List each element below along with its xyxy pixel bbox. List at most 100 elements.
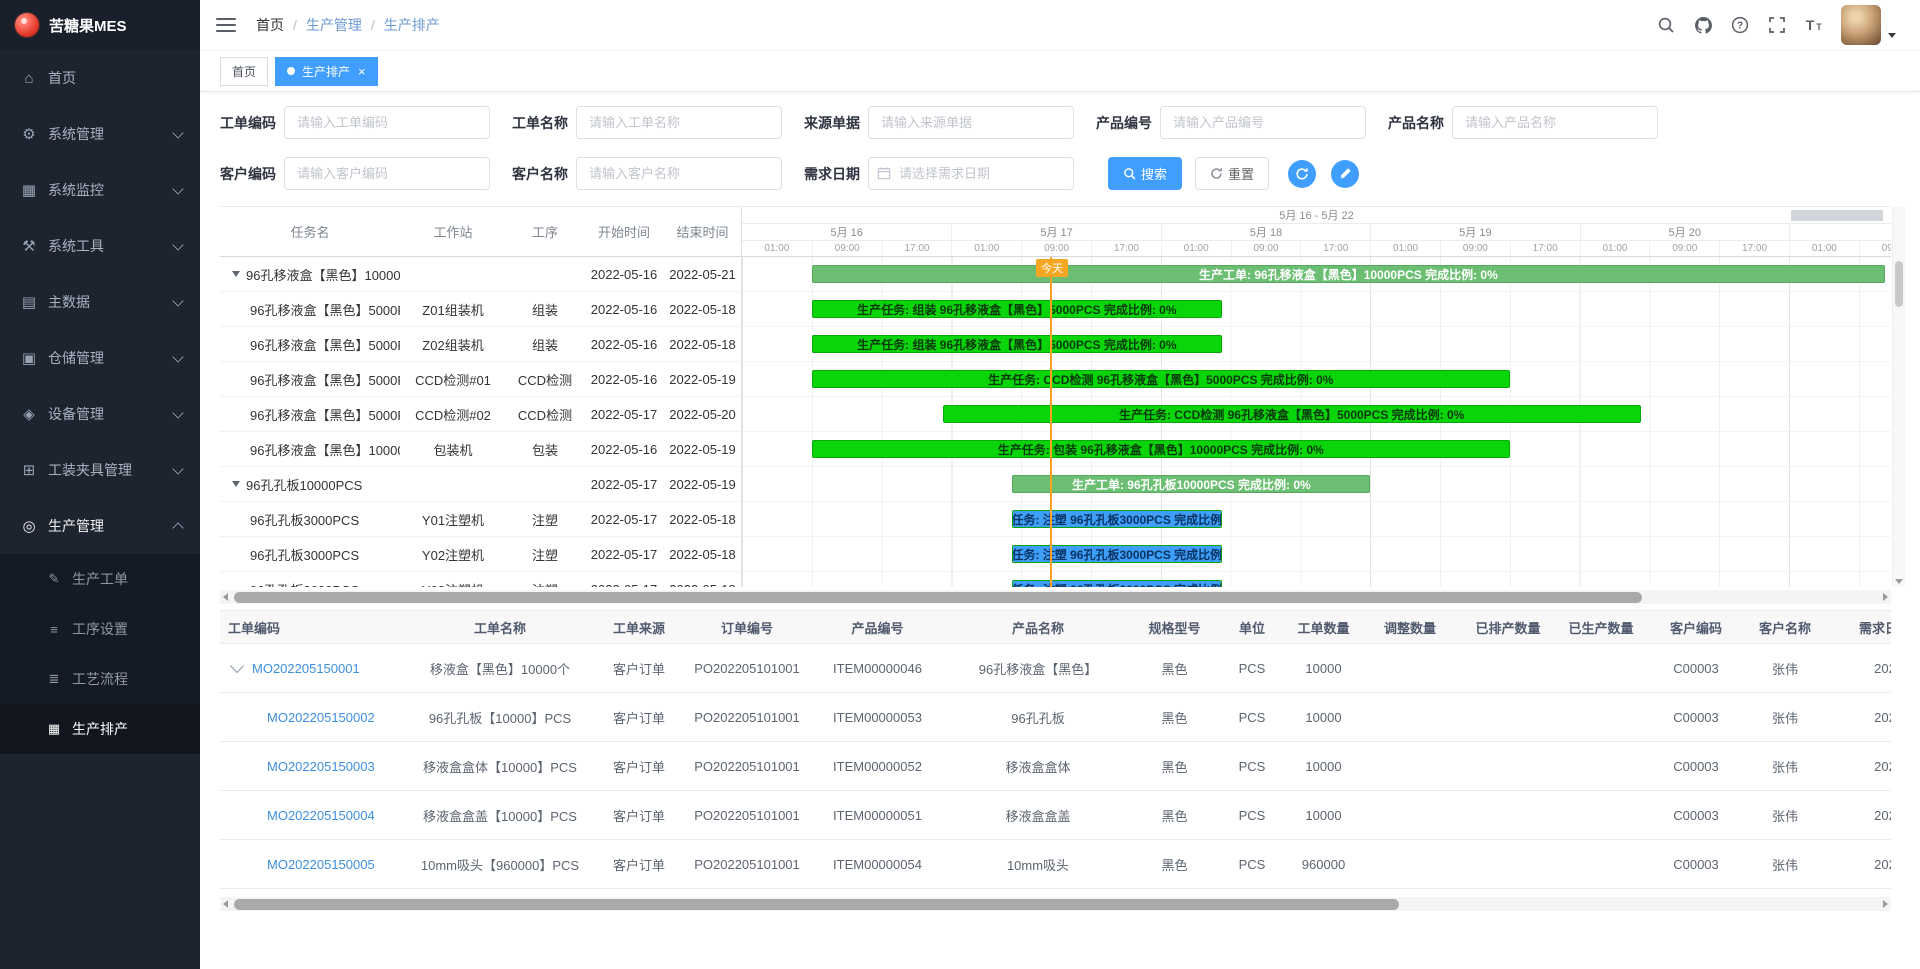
gantt-bar-task[interactable]: 生产任务: 注塑 96孔孔板3000PCS 完成比例: 0%: [1012, 545, 1221, 563]
expand-chevron-icon[interactable]: [230, 661, 244, 674]
gantt-column-header: 结束时间: [664, 222, 741, 241]
sidebar-subitem-1[interactable]: ≡工序设置: [0, 604, 200, 654]
demand-date-input[interactable]: [868, 157, 1074, 190]
gantt-chart-row: 生产任务: CCD检测 96孔移液盒【黑色】5000PCS 完成比例: 0%: [742, 362, 1891, 397]
sidebar-item-6[interactable]: ◈设备管理: [0, 386, 200, 442]
scroll-down-arrow-icon[interactable]: [1895, 579, 1903, 584]
avatar[interactable]: [1841, 5, 1881, 45]
gantt-task-row[interactable]: 96孔移液盒【黑色】5000PCSZ02组装机组装2022-05-162022-…: [220, 327, 741, 362]
product-no-input[interactable]: [1160, 106, 1366, 139]
font-size-icon[interactable]: TT: [1804, 15, 1824, 35]
gantt-horizontal-scrollbar[interactable]: [220, 590, 1891, 604]
customer-code-input[interactable]: [284, 157, 490, 190]
gantt-task-row[interactable]: 96孔移液盒【黑色】5000PCSCCD检测#01CCD检测2022-05-16…: [220, 362, 741, 397]
work-order-code-input[interactable]: [284, 106, 490, 139]
search-icon[interactable]: [1656, 15, 1676, 35]
order-code-link[interactable]: MO202205150004: [267, 808, 375, 823]
refresh-circle-button[interactable]: [1288, 160, 1316, 188]
order-cell-spec: 黑色: [1133, 757, 1216, 776]
schedule-icon: ▦: [44, 721, 64, 737]
gantt-vertical-scrollbar[interactable]: [1892, 207, 1905, 587]
order-code-link[interactable]: MO202205150002: [267, 710, 375, 725]
collapse-triangle-icon[interactable]: [232, 481, 240, 487]
sidebar-item-8[interactable]: ◎生产管理: [0, 498, 200, 554]
sidebar-item-7[interactable]: ⊞工装夹具管理: [0, 442, 200, 498]
collapse-triangle-icon[interactable]: [232, 271, 240, 277]
order-cell-spec: 黑色: [1133, 708, 1216, 727]
breadcrumb-item[interactable]: 首页: [256, 15, 284, 35]
gantt-day-label: 5月 16: [742, 224, 951, 240]
gantt-task-row[interactable]: 96孔孔板10000PCS2022-05-172022-05-19: [220, 467, 741, 502]
gantt-station-cell: Y02注塑机: [400, 545, 506, 564]
sidebar-item-5[interactable]: ▣仓储管理: [0, 330, 200, 386]
tab-active[interactable]: 生产排产 ×: [275, 57, 378, 86]
gantt-task-row[interactable]: 96孔孔板3000PCSY01注塑机注塑2022-05-172022-05-18: [220, 502, 741, 537]
sidebar-item-2[interactable]: ▦系统监控: [0, 162, 200, 218]
gantt-bar-label: 生产工单: 96孔孔板10000PCS 完成比例: 0%: [1068, 476, 1315, 493]
order-code-link[interactable]: MO202205150005: [267, 857, 375, 872]
gantt-bar-task[interactable]: 生产任务: 包装 96孔移液盒【黑色】10000PCS 完成比例: 0%: [812, 440, 1510, 458]
search-button[interactable]: 搜索: [1108, 157, 1182, 190]
sidebar-subitem-3[interactable]: ▦ 生产排产: [0, 704, 200, 754]
product-name-input[interactable]: [1452, 106, 1658, 139]
chevron-down-icon[interactable]: [1888, 33, 1896, 38]
order-row[interactable]: MO202205150001移液盒【黑色】10000个客户订单PO2022051…: [220, 644, 1891, 693]
sidebar-subitem-2[interactable]: ≣工艺流程: [0, 654, 200, 704]
gantt-bar-project[interactable]: 生产工单: 96孔孔板10000PCS 完成比例: 0%: [1012, 475, 1370, 493]
order-code-link[interactable]: MO202205150001: [252, 661, 360, 676]
gantt-bar-task[interactable]: 生产任务: 组装 96孔移液盒【黑色】5000PCS 完成比例: 0%: [812, 300, 1222, 318]
sidebar-item-0[interactable]: ⌂首页: [0, 50, 200, 106]
gantt-task-row[interactable]: 96孔移液盒【黑色】5000PCSCCD检测#02CCD检测2022-05-17…: [220, 397, 741, 432]
gantt-bar-task[interactable]: 生产任务: CCD检测 96孔移液盒【黑色】5000PCS 完成比例: 0%: [812, 370, 1510, 388]
gantt-bar-project[interactable]: 生产工单: 96孔移液盒【黑色】10000PCS 完成比例: 0%: [812, 265, 1885, 283]
edit-circle-button[interactable]: [1331, 160, 1359, 188]
gantt-start-time-cell: 2022-05-16: [584, 442, 664, 457]
gantt-bar-task[interactable]: 生产任务: 组装 96孔移液盒【黑色】5000PCS 完成比例: 0%: [812, 335, 1222, 353]
orders-hscroll-thumb[interactable]: [234, 899, 1399, 910]
gantt-task-row[interactable]: 96孔孔板3000PCSY02注塑机注塑2022-05-172022-05-18: [220, 537, 741, 572]
hamburger-icon[interactable]: [216, 18, 236, 32]
gantt-hscroll-thumb[interactable]: [234, 592, 1642, 603]
tab-label: 生产排产: [302, 63, 350, 80]
logo-row[interactable]: 苦糖果MES: [0, 0, 200, 50]
order-row[interactable]: MO20220515000296孔孔板【10000】PCS客户订单PO20220…: [220, 693, 1891, 742]
source-doc-input[interactable]: [868, 106, 1074, 139]
gantt-bar-task[interactable]: 生产任务: 注塑 96孔孔板3000PCS 完成比例: 0%: [1012, 580, 1221, 587]
sidebar-item-4[interactable]: ▤主数据: [0, 274, 200, 330]
gantt-task-row[interactable]: 96孔移液盒【黑色】10000PCS2022-05-162022-05-21: [220, 257, 741, 292]
gantt-task-row[interactable]: 96孔移液盒【黑色】5000PCSZ01组装机组装2022-05-162022-…: [220, 292, 741, 327]
orders-horizontal-scrollbar[interactable]: [220, 897, 1891, 911]
close-tab-icon[interactable]: ×: [358, 65, 366, 78]
vertical-scrollbar-thumb[interactable]: [1895, 261, 1903, 307]
tab-item[interactable]: 首页: [220, 57, 268, 86]
scroll-left-arrow-icon[interactable]: [223, 593, 228, 601]
scroll-right-arrow-icon[interactable]: [1883, 900, 1888, 908]
scroll-right-arrow-icon[interactable]: [1883, 593, 1888, 601]
github-icon[interactable]: [1693, 15, 1713, 35]
order-code-link[interactable]: MO202205150003: [267, 759, 375, 774]
sidebar-item-label: 仓储管理: [48, 348, 104, 368]
sidebar-subitem-label: 生产排产: [72, 719, 128, 739]
reset-button[interactable]: 重置: [1195, 157, 1269, 190]
order-row[interactable]: MO20220515000510mm吸头【960000】PCS客户订单PO202…: [220, 840, 1891, 889]
order-row[interactable]: MO202205150003移液盒盒体【10000】PCS客户订单PO20220…: [220, 742, 1891, 791]
gantt-bar-task[interactable]: 生产任务: CCD检测 96孔移液盒【黑色】5000PCS 完成比例: 0%: [943, 405, 1641, 423]
order-row[interactable]: MO202205150004移液盒盒盖【10000】PCS客户订单PO20220…: [220, 791, 1891, 840]
gantt-hour-label: 17:00: [1300, 241, 1370, 256]
order-code-cell: MO202205150001: [220, 661, 404, 676]
sidebar-item-1[interactable]: ⚙系统管理: [0, 106, 200, 162]
sidebar-item-3[interactable]: ⚒系统工具: [0, 218, 200, 274]
sidebar-subitem-0[interactable]: ✎生产工单: [0, 554, 200, 604]
customer-name-input[interactable]: [576, 157, 782, 190]
fullscreen-icon[interactable]: [1767, 15, 1787, 35]
gantt-task-row[interactable]: 96孔孔板3000PCSY03注塑机注塑2022-05-172022-05-18: [220, 572, 741, 587]
gantt-chart-row: 生产任务: CCD检测 96孔移液盒【黑色】5000PCS 完成比例: 0%: [742, 397, 1891, 432]
gantt-task-row[interactable]: 96孔移液盒【黑色】10000PCS包装机包装2022-05-162022-05…: [220, 432, 741, 467]
orders-header-cell: 工单名称: [404, 618, 596, 637]
scroll-left-arrow-icon[interactable]: [223, 900, 228, 908]
range-scrollbar-thumb[interactable]: [1791, 210, 1883, 221]
gantt-bar-task[interactable]: 生产任务: 注塑 96孔孔板3000PCS 完成比例: 0%: [1012, 510, 1221, 528]
order-cell-name: 移液盒【黑色】10000个: [404, 659, 596, 678]
help-icon[interactable]: ?: [1730, 15, 1750, 35]
work-order-name-input[interactable]: [576, 106, 782, 139]
